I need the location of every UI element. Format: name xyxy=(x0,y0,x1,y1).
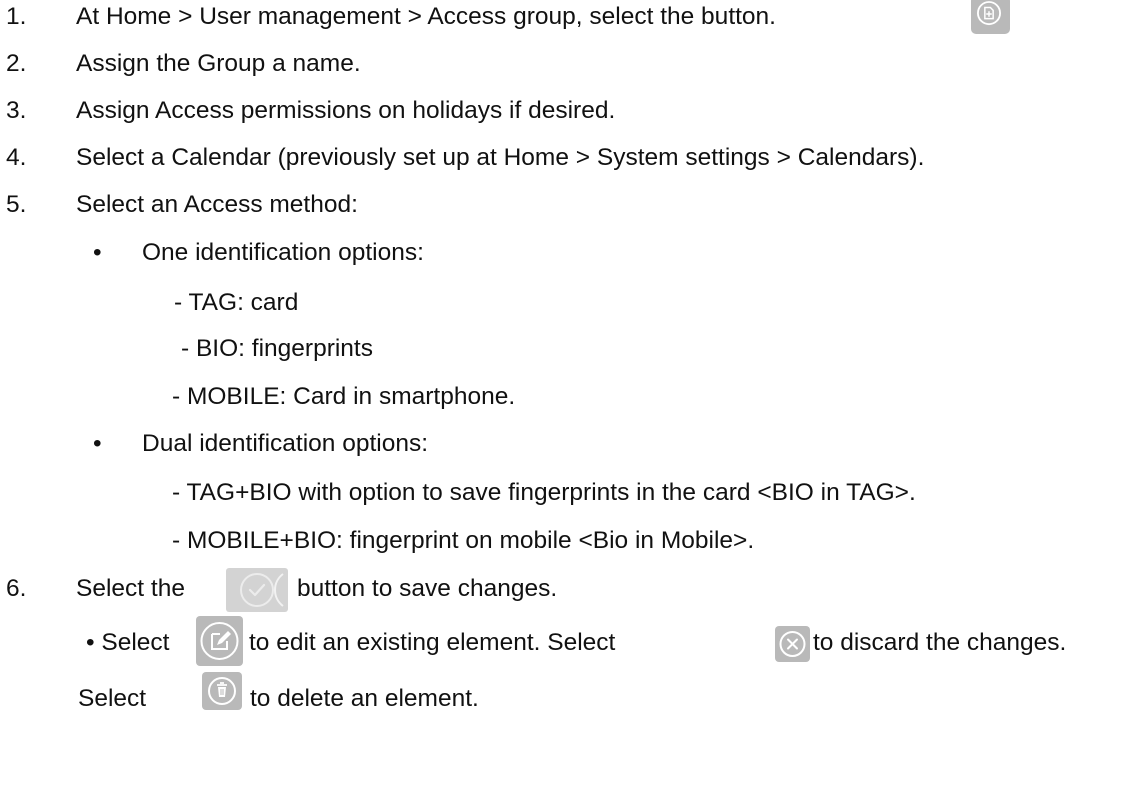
step-text: Select a Calendar (previously set up at … xyxy=(76,144,925,171)
step-number: 4. xyxy=(6,144,27,171)
step-text: At Home > User management > Access group… xyxy=(76,3,776,30)
discard-note-text: to discard the changes. xyxy=(813,629,1067,656)
bullet: • xyxy=(93,430,102,457)
close-circle-icon[interactable] xyxy=(775,626,810,662)
step-number: 1. xyxy=(6,3,27,30)
edit-icon[interactable] xyxy=(196,616,243,666)
one-identification-label: One identification options: xyxy=(142,239,424,266)
step-number: 2. xyxy=(6,50,27,77)
dual-identification-label: Dual identification options: xyxy=(142,430,429,457)
step-text: Select an Access method: xyxy=(76,191,358,218)
step-text-before: Select the xyxy=(76,575,185,602)
list-item: - BIO: fingerprints xyxy=(181,335,373,362)
edit-note-text: to edit an existing element. Select xyxy=(249,629,616,656)
bullet: • xyxy=(93,239,102,266)
trash-icon[interactable] xyxy=(202,672,242,710)
list-item: - MOBILE: Card in smartphone. xyxy=(172,383,516,410)
note-prefix: Select xyxy=(78,685,147,712)
delete-note-text: to delete an element. xyxy=(250,685,479,712)
step-number: 3. xyxy=(6,97,27,124)
check-circle-icon[interactable] xyxy=(226,568,288,612)
step-number: 6. xyxy=(6,575,27,602)
step-number: 5. xyxy=(6,191,27,218)
list-item: - TAG: card xyxy=(174,289,299,316)
step-text-after: button to save changes. xyxy=(297,575,558,602)
note-prefix: • Select xyxy=(86,629,170,656)
step-text: Assign Access permissions on holidays if… xyxy=(76,97,616,124)
list-item: - TAG+BIO with option to save fingerprin… xyxy=(172,479,916,506)
add-group-icon[interactable] xyxy=(971,0,1010,34)
list-item: - MOBILE+BIO: fingerprint on mobile <Bio… xyxy=(172,527,755,554)
step-text: Assign the Group a name. xyxy=(76,50,361,77)
